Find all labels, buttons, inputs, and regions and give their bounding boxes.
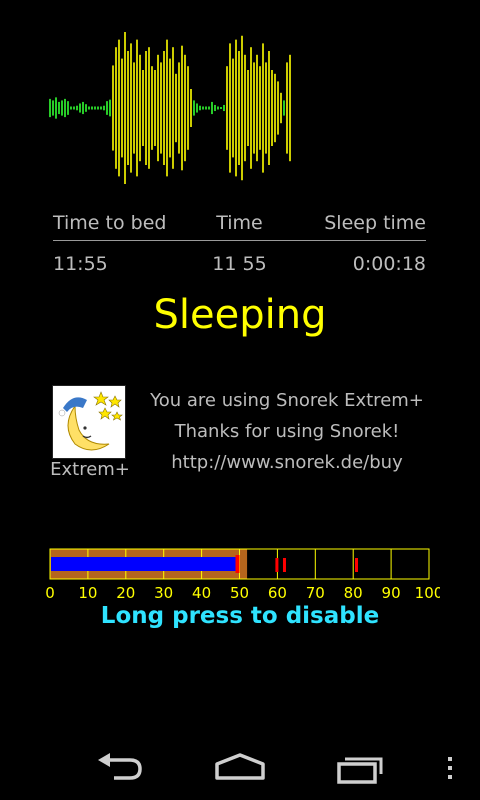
meter-tick-label: 100 [415,584,440,601]
meter-tick-label: 70 [306,584,325,601]
promo-line-1: You are using Snorek Extrem+ [150,390,424,411]
volume-meter[interactable]: 0 10 20 30 40 50 60 70 80 90 100 [44,545,440,601]
value-time: 11 55 [212,253,267,275]
value-sleep-time: 0:00:18 [352,253,426,275]
header-time: Time [216,212,263,234]
meter-tick-label: 20 [116,584,135,601]
meter-tick-label: 60 [268,584,287,601]
sleep-status: Sleeping [153,292,327,338]
recent-apps-icon[interactable] [335,750,387,786]
meter-tick-label: 40 [192,584,211,601]
snore-waveform [49,32,291,184]
overflow-menu-icon[interactable] [442,750,458,786]
meter-tick-label: 10 [78,584,97,601]
promo-text: You are using Snorek Extrem+ Thanks for … [134,385,440,478]
home-icon[interactable] [213,750,267,786]
sleep-stats: Time to bed Time Sleep time 11:55 11 55 … [53,212,426,275]
stats-header-row: Time to bed Time Sleep time [53,212,426,241]
promo-line-2: Thanks for using Snorek! [174,421,400,442]
value-time-to-bed: 11:55 [53,253,108,275]
meter-tick-label: 0 [45,584,55,601]
meter-tick-label: 30 [154,584,173,601]
promo-line-3[interactable]: http://www.snorek.de/buy [134,447,440,478]
long-press-hint: Long press to disable [100,603,380,629]
meter-tick-label: 50 [230,584,249,601]
meter-level-fill [51,557,236,571]
meter-tick-label: 90 [382,584,401,601]
meter-tick-label: 80 [344,584,363,601]
back-icon[interactable] [94,750,146,786]
meter-peak-marker [235,555,240,573]
app-logo[interactable] [52,385,126,459]
meter-history-marker [282,558,286,572]
stats-values-row: 11:55 11 55 0:00:18 [53,241,426,275]
meter-history-marker [275,558,279,572]
moon-logo-icon [53,386,125,458]
header-time-to-bed: Time to bed [53,212,167,234]
logo-label: Extrem+ [50,459,130,480]
meter-history-marker [354,558,358,572]
header-sleep-time: Sleep time [324,212,426,234]
navigation-bar [0,736,480,800]
